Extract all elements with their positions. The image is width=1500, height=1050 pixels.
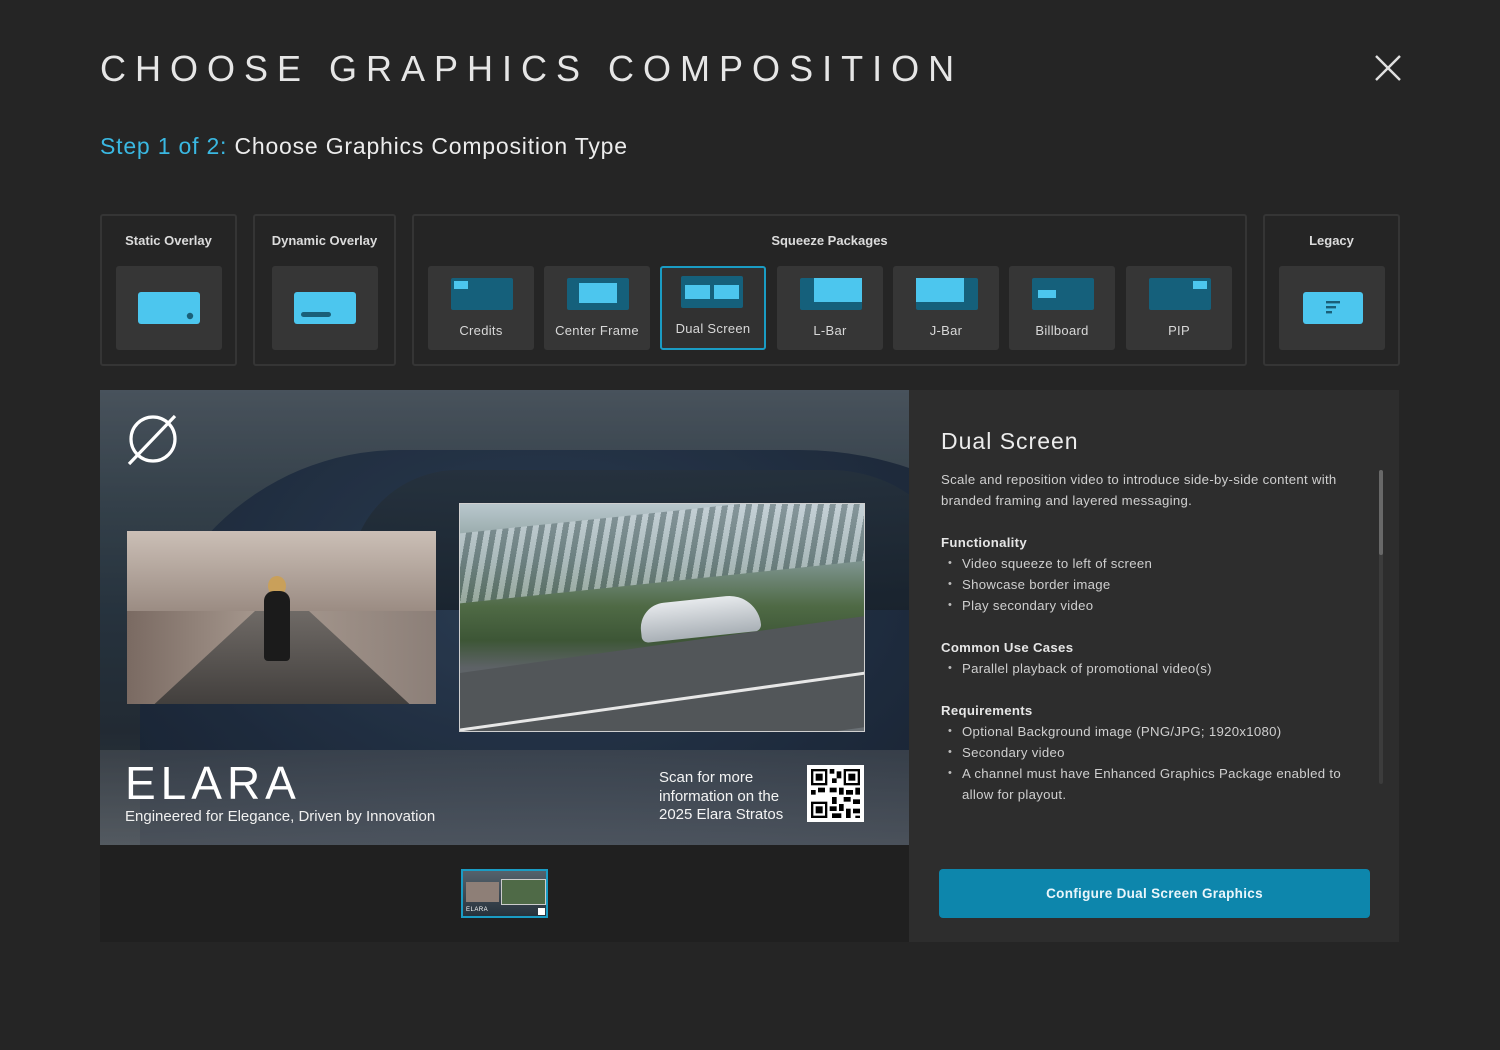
step-indicator: Step 1 of 2: Choose Graphics Composition… xyxy=(100,133,628,160)
section-list: Video squeeze to left of screen Showcase… xyxy=(941,553,1371,616)
scan-text: Scan for more information on the 2025 El… xyxy=(659,769,784,823)
l-bar-icon xyxy=(800,278,862,310)
details-body: Scale and reposition video to introduce … xyxy=(941,469,1371,826)
tile-static-overlay[interactable] xyxy=(116,266,222,350)
secondary-video xyxy=(459,503,865,732)
step-counter: Step 1 of 2: xyxy=(100,133,228,159)
billboard-icon xyxy=(1032,278,1094,310)
list-item: Showcase border image xyxy=(941,574,1371,595)
close-icon[interactable] xyxy=(1372,52,1404,84)
group-squeeze-packages: Squeeze Packages Credits Center Frame Du… xyxy=(412,214,1247,366)
group-dynamic-overlay: Dynamic Overlay xyxy=(253,214,396,366)
tile-label: J-Bar xyxy=(929,323,963,338)
tile-label: PIP xyxy=(1168,323,1190,338)
tile-dual-screen[interactable]: Dual Screen xyxy=(660,266,766,350)
group-legacy: Legacy xyxy=(1263,214,1400,366)
section-heading: Functionality xyxy=(941,535,1027,550)
legacy-icon xyxy=(1303,292,1363,324)
tile-label: Billboard xyxy=(1035,323,1089,338)
tile-pip[interactable]: PIP xyxy=(1126,266,1232,350)
list-item: Optional Background image (PNG/JPG; 1920… xyxy=(941,721,1371,742)
group-static-overlay: Static Overlay xyxy=(100,214,237,366)
section-list: Parallel playback of promotional video(s… xyxy=(941,658,1371,679)
brand-tagline: Engineered for Elegance, Driven by Innov… xyxy=(125,808,436,825)
tile-credits[interactable]: Credits xyxy=(428,266,534,350)
tile-center-frame[interactable]: Center Frame xyxy=(544,266,650,350)
group-label: Dynamic Overlay xyxy=(271,233,378,248)
tile-l-bar[interactable]: L-Bar xyxy=(777,266,883,350)
center-frame-icon xyxy=(567,278,629,310)
group-label: Legacy xyxy=(1309,233,1354,248)
tile-j-bar[interactable]: J-Bar xyxy=(893,266,999,350)
tile-label: Dual Screen xyxy=(675,321,751,336)
list-item: Parallel playback of promotional video(s… xyxy=(941,658,1371,679)
list-item: Secondary video xyxy=(941,742,1371,763)
details-panel: Dual Screen Scale and reposition video t… xyxy=(909,390,1399,942)
list-item: Play secondary video xyxy=(941,595,1371,616)
tile-dynamic-overlay[interactable] xyxy=(272,266,378,350)
scrollbar-thumb[interactable] xyxy=(1379,470,1383,555)
page-title: CHOOSE GRAPHICS COMPOSITION xyxy=(100,48,964,89)
qr-code-icon xyxy=(807,765,864,822)
static-overlay-icon xyxy=(138,292,200,324)
tile-label: Center Frame xyxy=(555,323,639,338)
preview-thumbnail[interactable]: ELARA xyxy=(461,869,548,918)
brand-wordmark: ELARA xyxy=(125,757,301,809)
list-item: Video squeeze to left of screen xyxy=(941,553,1371,574)
tile-label: L-Bar xyxy=(813,323,847,338)
tile-label: Credits xyxy=(459,323,503,338)
pip-icon xyxy=(1149,278,1211,310)
step-label: Choose Graphics Composition Type xyxy=(234,133,628,159)
thumbnail-strip: ELARA xyxy=(100,845,909,942)
primary-video xyxy=(127,531,436,704)
details-description: Scale and reposition video to introduce … xyxy=(941,472,1337,508)
section-list: Optional Background image (PNG/JPG; 1920… xyxy=(941,721,1371,805)
group-label: Squeeze Packages xyxy=(771,233,888,248)
details-title: Dual Screen xyxy=(941,428,1079,454)
thumbnail-brand: ELARA xyxy=(466,907,489,913)
dual-screen-icon xyxy=(681,276,743,308)
section-heading: Common Use Cases xyxy=(941,640,1074,655)
dynamic-overlay-icon xyxy=(294,292,356,324)
details-scrollbar[interactable] xyxy=(1379,470,1383,784)
group-label: Static Overlay xyxy=(125,233,212,248)
tile-billboard[interactable]: Billboard xyxy=(1009,266,1115,350)
credits-icon xyxy=(451,278,513,310)
configure-button[interactable]: Configure Dual Screen Graphics xyxy=(939,869,1370,918)
j-bar-icon xyxy=(916,278,978,310)
tile-legacy[interactable] xyxy=(1279,266,1385,350)
list-item: A channel must have Enhanced Graphics Pa… xyxy=(941,763,1371,805)
section-heading: Requirements xyxy=(941,703,1033,718)
brand-logo-icon xyxy=(127,414,177,466)
composition-preview: ELARA Engineered for Elegance, Driven by… xyxy=(100,390,909,845)
